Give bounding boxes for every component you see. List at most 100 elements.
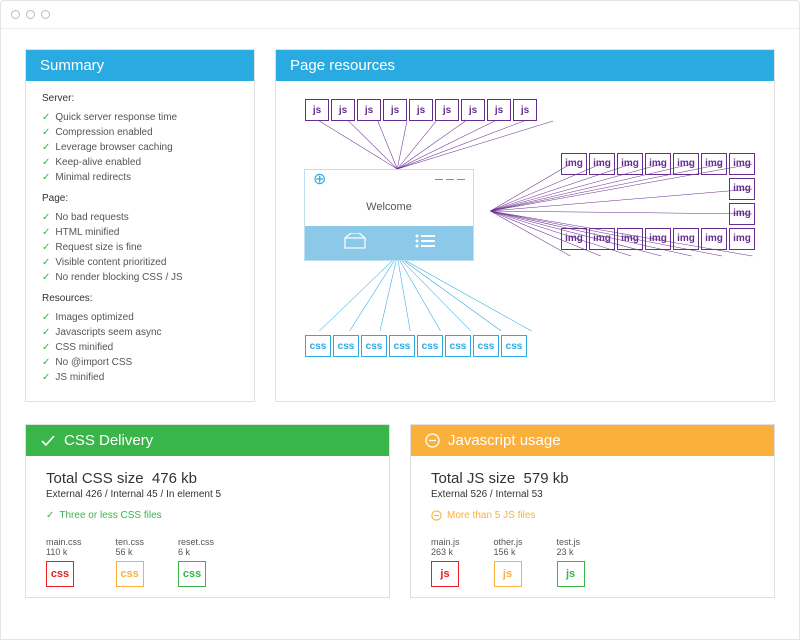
file-item: ten.css56 kcss	[116, 537, 145, 587]
check-item: ✓Javascripts seem async	[42, 325, 238, 340]
check-icon: ✓	[42, 270, 50, 285]
window-titlebar	[1, 1, 799, 29]
css-token: css	[361, 335, 387, 357]
check-icon: ✓	[42, 140, 50, 155]
css-token: css	[333, 335, 359, 357]
check-icon: ✓	[42, 370, 50, 385]
css-status: ✓ Three or less CSS files	[46, 510, 369, 521]
check-icon: ✓	[42, 240, 50, 255]
img-token: img	[729, 228, 755, 250]
check-icon: ✓	[42, 225, 50, 240]
resources-header: Page resources	[276, 50, 774, 81]
file-item: main.js263 kjs	[431, 537, 460, 587]
check-item: ✓Compression enabled	[42, 125, 238, 140]
check-icon: ✓	[42, 310, 50, 325]
check-icon: ✓	[42, 210, 50, 225]
browser-preview: ⊕ Welcome	[304, 169, 474, 261]
check-item: ✓No bad requests	[42, 210, 238, 225]
css-token: css	[473, 335, 499, 357]
js-token: js	[383, 99, 407, 121]
css-token: css	[417, 335, 443, 357]
img-token: img	[701, 228, 727, 250]
content-area: Summary Server: ✓Quick server response t…	[1, 29, 799, 618]
img-token: img	[589, 153, 615, 175]
file-item: other.js156 kjs	[494, 537, 523, 587]
globe-icon: ⊕	[313, 169, 326, 189]
js-token: js	[305, 99, 329, 121]
window-zoom-icon[interactable]	[41, 10, 50, 19]
js-breakdown: External 526 / Internal 53	[431, 489, 754, 500]
js-usage-title: Javascript usage	[448, 432, 561, 449]
minus-circle-icon	[425, 433, 440, 448]
img-token: img	[701, 153, 727, 175]
summary-header: Summary	[26, 50, 254, 81]
img-token: img	[729, 203, 755, 225]
summary-page-label: Page:	[42, 193, 238, 204]
js-token: js	[331, 99, 355, 121]
check-item: ✓Keep-alive enabled	[42, 155, 238, 170]
window-close-icon[interactable]	[11, 10, 20, 19]
check-item: ✓Minimal redirects	[42, 170, 238, 185]
js-token: js	[513, 99, 537, 121]
img-token: img	[561, 153, 587, 175]
css-token-row: csscsscsscsscsscsscsscss	[304, 335, 528, 357]
js-total-line: Total JS size 579 kb	[431, 470, 754, 487]
js-token: js	[461, 99, 485, 121]
resources-card: Page resources jsjsjsjsjsjsjsjsjs imgimg…	[275, 49, 775, 402]
minus-circle-icon	[431, 510, 442, 521]
check-item: ✓Images optimized	[42, 310, 238, 325]
js-token-row: jsjsjsjsjsjsjsjsjs	[304, 99, 538, 121]
check-item: ✓No render blocking CSS / JS	[42, 270, 238, 285]
img-token: img	[673, 153, 699, 175]
check-item: ✓CSS minified	[42, 340, 238, 355]
check-item: ✓Quick server response time	[42, 110, 238, 125]
check-icon: ✓	[46, 510, 54, 521]
css-token: css	[445, 335, 471, 357]
check-icon: ✓	[42, 355, 50, 370]
inbox-icon	[344, 233, 366, 254]
img-token: img	[673, 228, 699, 250]
check-icon: ✓	[42, 110, 50, 125]
check-icon: ✓	[42, 255, 50, 270]
check-item: ✓Request size is fine	[42, 240, 238, 255]
check-icon: ✓	[42, 125, 50, 140]
js-status: More than 5 JS files	[431, 510, 754, 521]
app-window: Summary Server: ✓Quick server response t…	[0, 0, 800, 640]
img-token: img	[561, 228, 587, 250]
list-icon	[415, 234, 435, 253]
img-token-grid: imgimgimgimgimgimgimgimgimgimgimgimgimgi…	[556, 153, 756, 253]
check-icon: ✓	[42, 325, 50, 340]
check-item: ✓HTML minified	[42, 225, 238, 240]
resources-diagram: jsjsjsjsjsjsjsjsjs imgimgimgimgimgimgimg…	[276, 81, 774, 371]
css-delivery-header: CSS Delivery	[26, 425, 389, 456]
js-token: js	[409, 99, 433, 121]
js-usage-header: Javascript usage	[411, 425, 774, 456]
js-file-list: main.js263 kjs other.js156 kjs test.js23 k…	[431, 537, 754, 587]
window-minimize-icon[interactable]	[26, 10, 35, 19]
file-item: reset.css6 kcss	[178, 537, 214, 587]
check-item: ✓No @import CSS	[42, 355, 238, 370]
check-icon: ✓	[42, 155, 50, 170]
check-icon: ✓	[42, 340, 50, 355]
img-token: img	[617, 228, 643, 250]
check-item: ✓Visible content prioritized	[42, 255, 238, 270]
img-token: img	[645, 228, 671, 250]
css-token: css	[305, 335, 331, 357]
img-token: img	[617, 153, 643, 175]
file-badge: css	[46, 561, 74, 587]
check-item: ✓Leverage browser caching	[42, 140, 238, 155]
file-item: test.js23 kjs	[557, 537, 585, 587]
summary-resources-label: Resources:	[42, 293, 238, 304]
summary-resources-list: ✓Images optimized✓Javascripts seem async…	[42, 310, 238, 385]
css-total-line: Total CSS size 476 kb	[46, 470, 369, 487]
summary-server-list: ✓Quick server response time✓Compression …	[42, 110, 238, 185]
check-item: ✓JS minified	[42, 370, 238, 385]
file-badge: css	[116, 561, 144, 587]
summary-server-label: Server:	[42, 93, 238, 104]
file-badge: js	[494, 561, 522, 587]
css-delivery-title: CSS Delivery	[64, 432, 153, 449]
file-badge: css	[178, 561, 206, 587]
js-token: js	[487, 99, 511, 121]
css-token: css	[501, 335, 527, 357]
js-token: js	[357, 99, 381, 121]
